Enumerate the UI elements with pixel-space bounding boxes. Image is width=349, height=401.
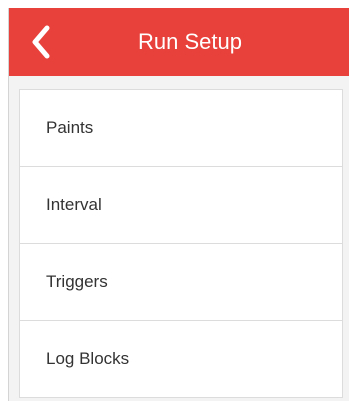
page-title: Run Setup xyxy=(138,29,242,54)
app-screen: Run Setup Paints Interval Triggers Log B… xyxy=(8,8,349,401)
menu-item-log-blocks[interactable]: Log Blocks xyxy=(20,320,342,397)
setup-menu-list: Paints Interval Triggers Log Blocks xyxy=(19,89,343,398)
menu-item-interval[interactable]: Interval xyxy=(20,166,342,243)
menu-item-paints[interactable]: Paints xyxy=(20,90,342,166)
header-bar: Run Setup xyxy=(9,8,349,76)
menu-item-triggers[interactable]: Triggers xyxy=(20,243,342,320)
